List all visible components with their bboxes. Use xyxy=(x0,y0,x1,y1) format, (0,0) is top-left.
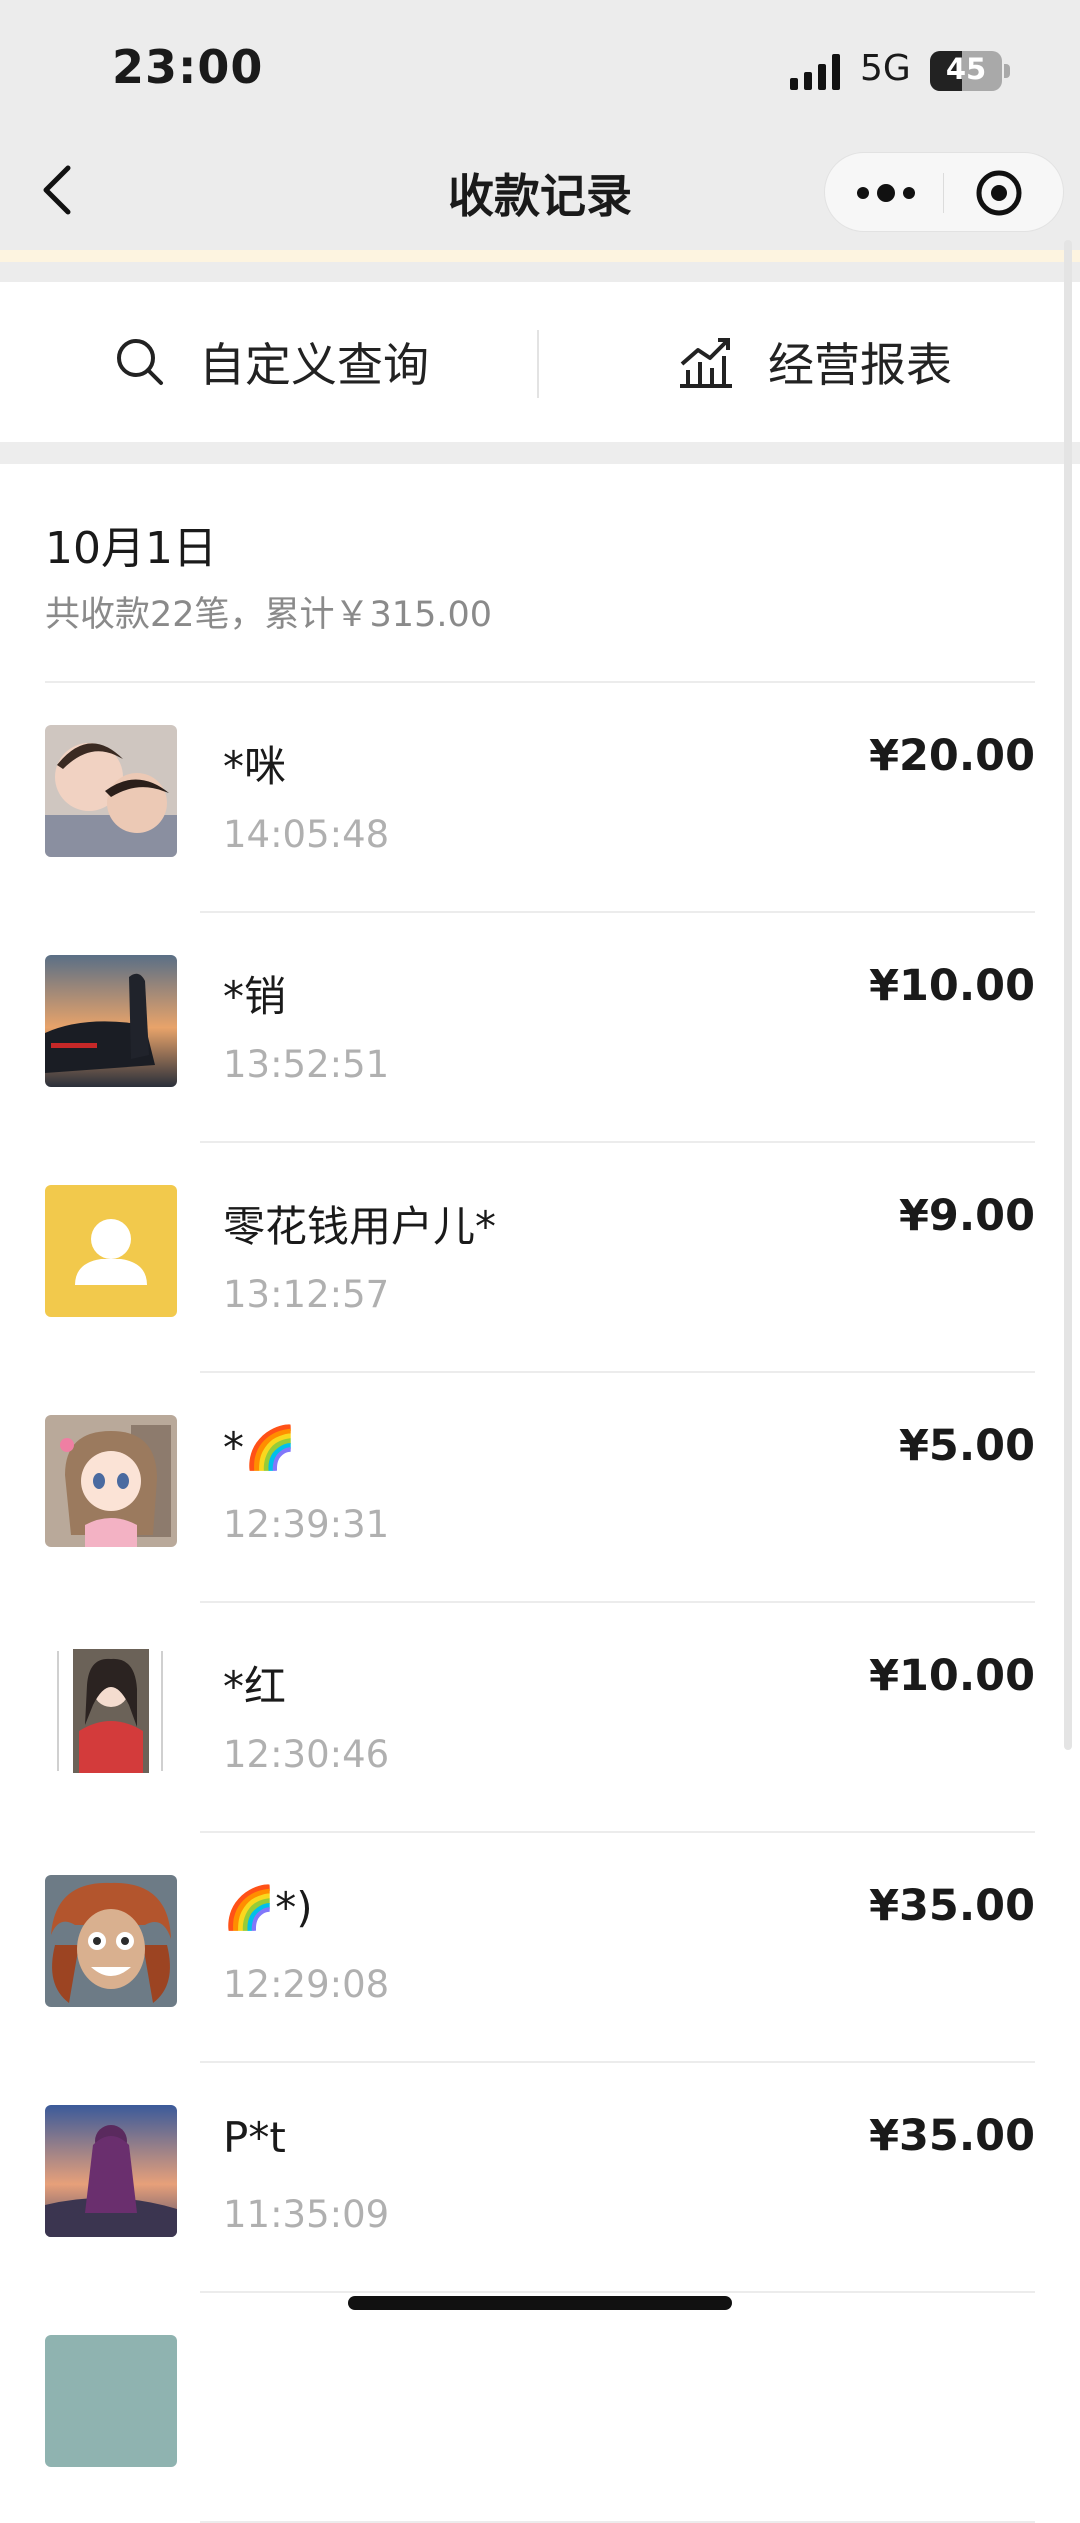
signal-icon xyxy=(790,54,840,90)
payer-name: *咪 xyxy=(223,742,287,791)
payment-row[interactable] xyxy=(0,2293,1080,2523)
payer-name: 🌈*) xyxy=(223,1883,313,1932)
payment-row[interactable]: *咪 14:05:48 ¥20.00 xyxy=(0,683,1080,913)
payment-row[interactable]: *🌈 12:39:31 ¥5.00 xyxy=(0,1373,1080,1603)
avatar xyxy=(45,1875,177,2007)
close-target-icon[interactable] xyxy=(975,169,1023,217)
payment-time: 12:29:08 xyxy=(223,1963,390,2006)
business-report-label: 经营报表 xyxy=(768,338,952,392)
business-report-button[interactable]: 经营报表 xyxy=(678,282,952,442)
payment-row[interactable]: 零花钱用户儿* 13:12:57 ¥9.00 xyxy=(0,1143,1080,1373)
top-bar: 23:00 5G 45 收款记录 xyxy=(0,0,1080,250)
mini-program-capsule xyxy=(824,152,1064,232)
payment-amount: ¥20.00 xyxy=(869,731,1035,781)
action-bar: 自定义查询 经营报表 xyxy=(0,282,1080,442)
custom-query-button[interactable]: 自定义查询 xyxy=(115,282,429,442)
payment-amount: ¥10.00 xyxy=(869,961,1035,1011)
payment-time: 11:35:09 xyxy=(223,2193,390,2236)
payment-amount: ¥5.00 xyxy=(898,1421,1035,1471)
payer-name: P*t xyxy=(223,2113,286,2162)
payment-time: 13:52:51 xyxy=(223,1043,390,1086)
chart-icon xyxy=(680,338,732,388)
payment-row[interactable]: P*t 11:35:09 ¥35.00 xyxy=(0,2063,1080,2293)
payer-name: 零花钱用户儿* xyxy=(223,1202,497,1251)
payment-row[interactable]: 🌈*) 12:29:08 ¥35.00 xyxy=(0,1833,1080,2063)
avatar xyxy=(45,725,177,857)
battery-tip xyxy=(1004,64,1010,78)
battery-icon: 45 xyxy=(930,51,1002,91)
section-gap xyxy=(0,442,1080,464)
search-icon xyxy=(117,339,163,385)
payer-name: *销 xyxy=(223,972,287,1021)
avatar xyxy=(45,955,177,1087)
avatar xyxy=(45,2335,177,2467)
payer-name: *🌈 xyxy=(223,1423,297,1472)
payer-name: *红 xyxy=(223,1662,287,1711)
payment-time: 12:39:31 xyxy=(223,1503,390,1546)
payment-row[interactable]: *红 12:30:46 ¥10.00 xyxy=(0,1603,1080,1833)
payment-time: 13:12:57 xyxy=(223,1273,390,1316)
home-indicator[interactable] xyxy=(348,2296,732,2310)
payment-amount: ¥9.00 xyxy=(898,1191,1035,1241)
more-icon[interactable] xyxy=(855,181,917,205)
battery-level: 45 xyxy=(945,52,987,86)
payment-row[interactable]: *销 13:52:51 ¥10.00 xyxy=(0,913,1080,1143)
custom-query-label: 自定义查询 xyxy=(199,338,429,392)
action-divider xyxy=(537,330,539,398)
payment-list: *咪 14:05:48 ¥20.00 *销 13:52:51 ¥10.00 零花… xyxy=(0,683,1080,2523)
avatar xyxy=(45,1415,177,1547)
payment-time: 12:30:46 xyxy=(223,1733,390,1776)
payment-amount: ¥35.00 xyxy=(869,2111,1035,2161)
network-type: 5G xyxy=(860,48,911,89)
status-time: 23:00 xyxy=(112,40,264,94)
capsule-divider xyxy=(943,173,944,213)
gap-band xyxy=(0,262,1080,282)
avatar xyxy=(45,1645,177,1777)
avatar xyxy=(45,2105,177,2237)
date-heading: 10月1日 xyxy=(45,523,217,574)
notice-band xyxy=(0,250,1080,262)
default-user-icon xyxy=(45,1185,177,1317)
date-summary: 共收款22笔，累计￥315.00 xyxy=(45,595,493,635)
payment-amount: ¥10.00 xyxy=(869,1651,1035,1701)
payment-amount: ¥35.00 xyxy=(869,1881,1035,1931)
payment-time: 14:05:48 xyxy=(223,813,390,856)
